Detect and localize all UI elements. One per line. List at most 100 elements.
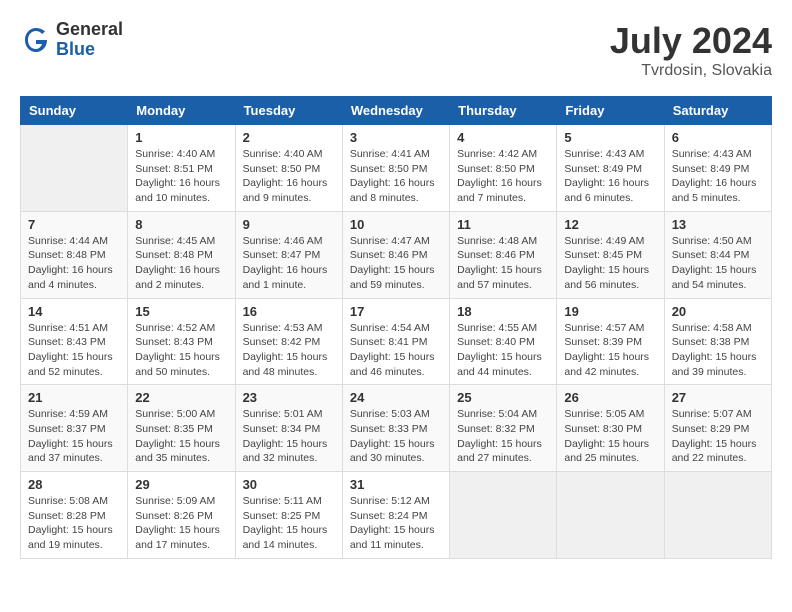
header-cell-tuesday: Tuesday xyxy=(235,97,342,125)
calendar-week-1: 1Sunrise: 4:40 AM Sunset: 8:51 PM Daylig… xyxy=(21,125,772,212)
day-info: Sunrise: 5:09 AM Sunset: 8:26 PM Dayligh… xyxy=(135,494,227,553)
calendar-cell: 26 Sunrise: 5:05 AM Sunset: 8:30 PM Dayli… xyxy=(557,385,664,472)
calendar-cell: 1Sunrise: 4:40 AM Sunset: 8:51 PM Daylig… xyxy=(128,125,235,212)
day-number: 18 xyxy=(457,304,549,319)
calendar-cell: 18 Sunrise: 4:55 AM Sunset: 8:40 PM Dayli… xyxy=(450,298,557,385)
month-title: July 2024 xyxy=(610,20,772,62)
calendar-cell: 20 Sunrise: 4:58 AM Sunset: 8:38 PM Dayli… xyxy=(664,298,771,385)
calendar-cell: 30Sunrise: 5:11 AM Sunset: 8:25 PM Dayli… xyxy=(235,472,342,559)
day-info: Sunrise: 4:44 AM Sunset: 8:48 PM Dayligh… xyxy=(28,234,120,293)
day-number: 7 xyxy=(28,217,120,232)
calendar-cell: 8Sunrise: 4:45 AM Sunset: 8:48 PM Daylig… xyxy=(128,211,235,298)
calendar-cell: 4Sunrise: 4:42 AM Sunset: 8:50 PM Daylig… xyxy=(450,125,557,212)
day-number: 25 xyxy=(457,390,549,405)
calendar-cell: 12 Sunrise: 4:49 AM Sunset: 8:45 PM Dayli… xyxy=(557,211,664,298)
calendar-cell: 21Sunrise: 4:59 AM Sunset: 8:37 PM Dayli… xyxy=(21,385,128,472)
day-number: 21 xyxy=(28,390,120,405)
day-number: 23 xyxy=(243,390,335,405)
header-cell-wednesday: Wednesday xyxy=(342,97,449,125)
header-cell-thursday: Thursday xyxy=(450,97,557,125)
day-info: Sunrise: 4:40 AM Sunset: 8:50 PM Dayligh… xyxy=(243,147,335,206)
day-info: Sunrise: 4:41 AM Sunset: 8:50 PM Dayligh… xyxy=(350,147,442,206)
calendar-cell: 6 Sunrise: 4:43 AM Sunset: 8:49 PM Daylig… xyxy=(664,125,771,212)
logo-icon xyxy=(20,24,52,56)
calendar-cell: 11 Sunrise: 4:48 AM Sunset: 8:46 PM Dayli… xyxy=(450,211,557,298)
day-number: 12 xyxy=(564,217,656,232)
calendar-cell: 27 Sunrise: 5:07 AM Sunset: 8:29 PM Dayli… xyxy=(664,385,771,472)
day-number: 10 xyxy=(350,217,442,232)
day-number: 3 xyxy=(350,130,442,145)
day-info: Sunrise: 4:54 AM Sunset: 8:41 PM Dayligh… xyxy=(350,321,442,380)
day-info: Sunrise: 5:12 AM Sunset: 8:24 PM Dayligh… xyxy=(350,494,442,553)
day-number: 11 xyxy=(457,217,549,232)
day-info: Sunrise: 4:52 AM Sunset: 8:43 PM Dayligh… xyxy=(135,321,227,380)
day-number: 19 xyxy=(564,304,656,319)
day-info: Sunrise: 4:46 AM Sunset: 8:47 PM Dayligh… xyxy=(243,234,335,293)
calendar-cell: 28Sunrise: 5:08 AM Sunset: 8:28 PM Dayli… xyxy=(21,472,128,559)
calendar-cell: 7 Sunrise: 4:44 AM Sunset: 8:48 PM Daylig… xyxy=(21,211,128,298)
calendar-cell: 25Sunrise: 5:04 AM Sunset: 8:32 PM Dayli… xyxy=(450,385,557,472)
logo-text: General Blue xyxy=(56,20,123,60)
day-info: Sunrise: 5:07 AM Sunset: 8:29 PM Dayligh… xyxy=(672,407,764,466)
calendar-cell: 22Sunrise: 5:00 AM Sunset: 8:35 PM Dayli… xyxy=(128,385,235,472)
logo: General Blue xyxy=(20,20,123,60)
calendar-cell xyxy=(557,472,664,559)
day-number: 27 xyxy=(672,390,764,405)
calendar-cell: 23Sunrise: 5:01 AM Sunset: 8:34 PM Dayli… xyxy=(235,385,342,472)
day-info: Sunrise: 4:43 AM Sunset: 8:49 PM Dayligh… xyxy=(672,147,764,206)
calendar-week-5: 28Sunrise: 5:08 AM Sunset: 8:28 PM Dayli… xyxy=(21,472,772,559)
day-number: 2 xyxy=(243,130,335,145)
day-number: 5 xyxy=(564,130,656,145)
page-header: General Blue July 2024 Tvrdosin, Slovaki… xyxy=(20,20,772,80)
logo-blue: Blue xyxy=(56,40,123,60)
header-row: SundayMondayTuesdayWednesdayThursdayFrid… xyxy=(21,97,772,125)
day-number: 20 xyxy=(672,304,764,319)
calendar-cell: 5Sunrise: 4:43 AM Sunset: 8:49 PM Daylig… xyxy=(557,125,664,212)
day-number: 6 xyxy=(672,130,764,145)
location: Tvrdosin, Slovakia xyxy=(610,62,772,80)
day-number: 26 xyxy=(564,390,656,405)
day-number: 17 xyxy=(350,304,442,319)
calendar-cell: 15Sunrise: 4:52 AM Sunset: 8:43 PM Dayli… xyxy=(128,298,235,385)
day-info: Sunrise: 5:05 AM Sunset: 8:30 PM Dayligh… xyxy=(564,407,656,466)
day-info: Sunrise: 5:11 AM Sunset: 8:25 PM Dayligh… xyxy=(243,494,335,553)
calendar-cell xyxy=(450,472,557,559)
logo-general: General xyxy=(56,20,123,40)
header-cell-monday: Monday xyxy=(128,97,235,125)
header-cell-sunday: Sunday xyxy=(21,97,128,125)
day-info: Sunrise: 4:55 AM Sunset: 8:40 PM Dayligh… xyxy=(457,321,549,380)
calendar-cell xyxy=(664,472,771,559)
day-info: Sunrise: 4:49 AM Sunset: 8:45 PM Dayligh… xyxy=(564,234,656,293)
day-number: 22 xyxy=(135,390,227,405)
calendar-week-4: 21Sunrise: 4:59 AM Sunset: 8:37 PM Dayli… xyxy=(21,385,772,472)
calendar-cell: 2 Sunrise: 4:40 AM Sunset: 8:50 PM Daylig… xyxy=(235,125,342,212)
calendar-cell: 24Sunrise: 5:03 AM Sunset: 8:33 PM Dayli… xyxy=(342,385,449,472)
calendar-week-2: 7 Sunrise: 4:44 AM Sunset: 8:48 PM Daylig… xyxy=(21,211,772,298)
day-info: Sunrise: 4:42 AM Sunset: 8:50 PM Dayligh… xyxy=(457,147,549,206)
calendar-cell: 10 Sunrise: 4:47 AM Sunset: 8:46 PM Dayli… xyxy=(342,211,449,298)
calendar-cell: 16 Sunrise: 4:53 AM Sunset: 8:42 PM Dayli… xyxy=(235,298,342,385)
day-info: Sunrise: 4:48 AM Sunset: 8:46 PM Dayligh… xyxy=(457,234,549,293)
calendar-cell: 29 Sunrise: 5:09 AM Sunset: 8:26 PM Dayli… xyxy=(128,472,235,559)
day-number: 24 xyxy=(350,390,442,405)
day-info: Sunrise: 4:50 AM Sunset: 8:44 PM Dayligh… xyxy=(672,234,764,293)
day-info: Sunrise: 4:40 AM Sunset: 8:51 PM Dayligh… xyxy=(135,147,227,206)
day-info: Sunrise: 4:53 AM Sunset: 8:42 PM Dayligh… xyxy=(243,321,335,380)
calendar-week-3: 14Sunrise: 4:51 AM Sunset: 8:43 PM Dayli… xyxy=(21,298,772,385)
day-number: 31 xyxy=(350,477,442,492)
day-number: 9 xyxy=(243,217,335,232)
day-number: 29 xyxy=(135,477,227,492)
day-number: 13 xyxy=(672,217,764,232)
day-info: Sunrise: 4:58 AM Sunset: 8:38 PM Dayligh… xyxy=(672,321,764,380)
day-number: 14 xyxy=(28,304,120,319)
calendar-cell: 19 Sunrise: 4:57 AM Sunset: 8:39 PM Dayli… xyxy=(557,298,664,385)
day-number: 8 xyxy=(135,217,227,232)
day-number: 28 xyxy=(28,477,120,492)
calendar-body: 1Sunrise: 4:40 AM Sunset: 8:51 PM Daylig… xyxy=(21,125,772,559)
day-info: Sunrise: 4:47 AM Sunset: 8:46 PM Dayligh… xyxy=(350,234,442,293)
calendar-cell: 9 Sunrise: 4:46 AM Sunset: 8:47 PM Daylig… xyxy=(235,211,342,298)
day-number: 16 xyxy=(243,304,335,319)
header-cell-saturday: Saturday xyxy=(664,97,771,125)
day-info: Sunrise: 4:57 AM Sunset: 8:39 PM Dayligh… xyxy=(564,321,656,380)
header-cell-friday: Friday xyxy=(557,97,664,125)
